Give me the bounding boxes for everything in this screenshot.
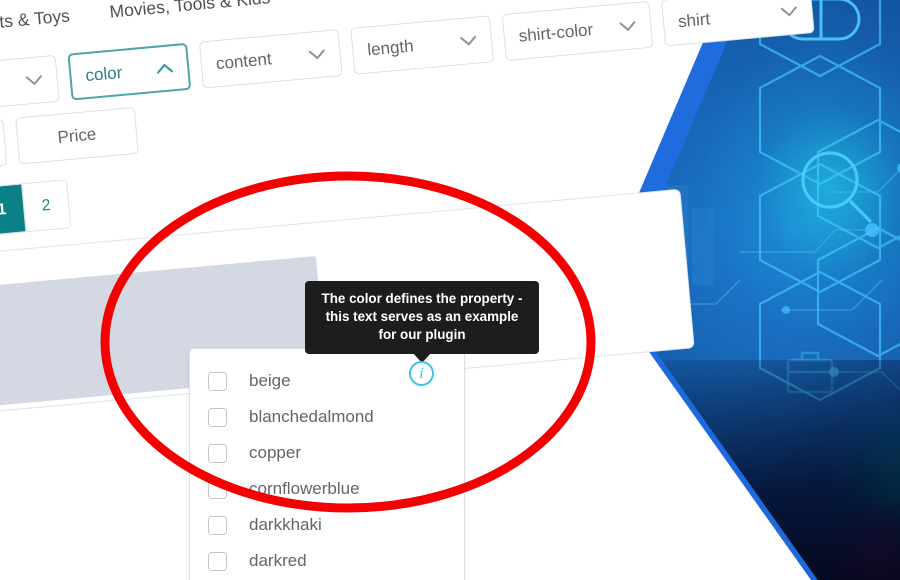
filter-color[interactable]: color xyxy=(67,42,192,101)
color-option-label: darkred xyxy=(249,551,307,570)
color-option-label: copper xyxy=(249,443,301,462)
nav-item-garden-sports-toys[interactable]: Garden, Sports & Toys xyxy=(0,4,91,44)
filter-length-label: length xyxy=(366,35,415,59)
color-option-label: cornflowerblue xyxy=(249,479,360,498)
color-tooltip: The color defines the property - this te… xyxy=(305,281,539,364)
chevron-down-icon xyxy=(459,35,477,47)
filter-bar: Manufacturer color content xyxy=(0,0,845,188)
tooltip-line-1: The color defines the property - xyxy=(321,291,523,306)
filter-content[interactable]: content xyxy=(198,29,343,89)
screenshot-stage: thestore Home Industrial & Electronics G… xyxy=(0,0,900,580)
checkbox-icon[interactable] xyxy=(208,551,227,571)
nav-item-movies-tools-kids[interactable]: Movies, Tools & Kids xyxy=(89,0,291,25)
checkbox-icon[interactable] xyxy=(208,443,227,463)
chevron-down-icon xyxy=(308,48,326,60)
filter-price-label: Price xyxy=(56,123,98,147)
filter-width[interactable]: width xyxy=(0,118,8,177)
filter-shirt-color-label: shirt-color xyxy=(517,19,594,46)
chevron-up-icon xyxy=(156,62,174,74)
checkbox-icon[interactable] xyxy=(208,371,227,391)
filter-content-label: content xyxy=(215,48,273,73)
chevron-down-icon xyxy=(780,5,798,17)
filter-shirt[interactable]: shirt xyxy=(661,0,815,47)
nav-item-garden-tools-kids[interactable]: Garden, Tools & Kids xyxy=(289,0,494,6)
pagination-page-2[interactable]: 2 xyxy=(22,180,71,232)
filter-length[interactable]: length xyxy=(350,15,494,75)
tooltip-line-3: for our plugin xyxy=(378,327,466,343)
color-option-blanchedalmond[interactable]: blanchedalmond xyxy=(190,399,464,435)
color-option-copper[interactable]: copper xyxy=(190,435,464,471)
color-option-cornflowerblue[interactable]: cornflowerblue xyxy=(190,471,464,507)
color-option-label: beige xyxy=(249,371,291,390)
filter-shirt-label: shirt xyxy=(677,8,711,31)
info-icon[interactable]: i xyxy=(409,361,434,386)
color-option-label: blanchedalmond xyxy=(249,407,374,426)
checkbox-icon[interactable] xyxy=(208,479,227,499)
checkbox-icon[interactable] xyxy=(208,515,227,535)
filter-manufacturer[interactable]: Manufacturer xyxy=(0,54,60,118)
checkbox-icon[interactable] xyxy=(208,407,227,427)
chevron-down-icon xyxy=(25,74,43,86)
pagination: « ‹ 1 2 xyxy=(0,179,72,245)
filter-shirt-color[interactable]: shirt-color xyxy=(501,0,654,62)
tooltip-line-2: this text serves as an example xyxy=(325,309,519,325)
chevron-down-icon xyxy=(619,20,637,32)
color-option-darkred[interactable]: darkred xyxy=(190,543,464,579)
color-option-label: darkkhaki xyxy=(249,515,322,534)
filter-color-label: color xyxy=(84,62,124,85)
color-option-darkkhaki[interactable]: darkkhaki xyxy=(190,507,464,543)
filter-price[interactable]: Price xyxy=(15,106,139,165)
